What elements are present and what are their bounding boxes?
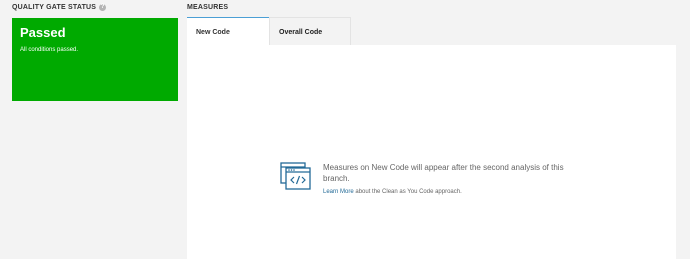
quality-gate-status: Passed bbox=[20, 25, 66, 40]
quality-gate-status-card: Passed All conditions passed. bbox=[12, 18, 178, 101]
quality-gate-title: QUALITY GATE STATUS bbox=[12, 4, 97, 11]
code-window-icon bbox=[280, 162, 311, 190]
quality-gate-header: QUALITY GATE STATUS ? bbox=[12, 4, 107, 11]
quality-gate-subtitle: All conditions passed. bbox=[20, 47, 79, 53]
empty-state-text: Measures on New Code will appear after t… bbox=[323, 162, 581, 195]
learn-more-suffix: about the Clean as You Code approach. bbox=[353, 189, 462, 195]
measures-panel: Measures on New Code will appear after t… bbox=[187, 45, 676, 259]
learn-more-link[interactable]: Learn More bbox=[323, 189, 354, 195]
measures-header: MEASURES bbox=[187, 4, 229, 11]
help-circle-icon[interactable]: ? bbox=[99, 4, 107, 11]
empty-state-message: Measures on New Code will appear after t… bbox=[323, 163, 564, 183]
learn-more-line: Learn More about the Clean as You Code a… bbox=[323, 189, 581, 195]
tab-overall-code[interactable]: Overall Code bbox=[269, 17, 351, 45]
empty-state: Measures on New Code will appear after t… bbox=[280, 162, 581, 195]
tab-new-code[interactable]: New Code bbox=[187, 17, 269, 45]
measures-tabs: New Code Overall Code bbox=[187, 17, 351, 45]
